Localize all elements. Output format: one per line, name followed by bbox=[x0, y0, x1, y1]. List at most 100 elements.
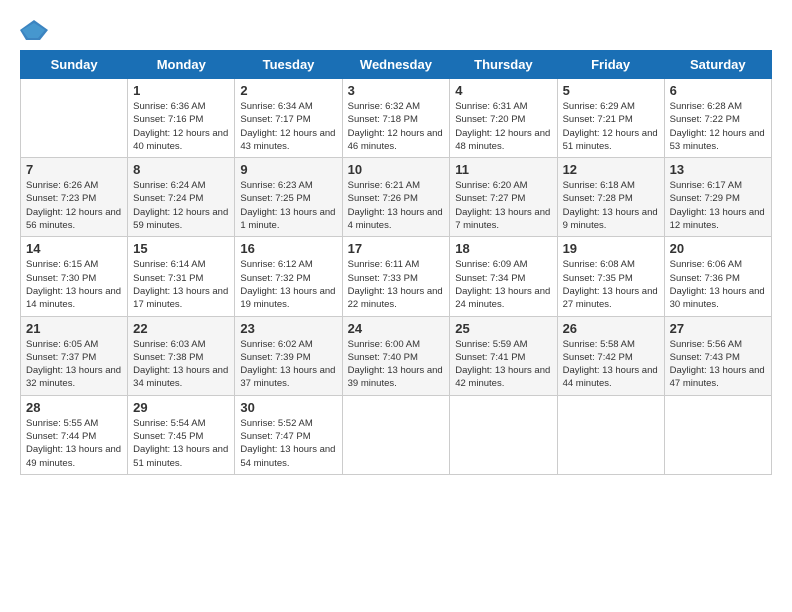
calendar-cell: 6 Sunrise: 6:28 AM Sunset: 7:22 PM Daylig… bbox=[664, 79, 771, 158]
logo bbox=[20, 20, 52, 40]
week-row-4: 28 Sunrise: 5:55 AM Sunset: 7:44 PM Dayli… bbox=[21, 395, 772, 474]
calendar-cell: 25 Sunrise: 5:59 AM Sunset: 7:41 PM Dayli… bbox=[450, 316, 557, 395]
day-number: 13 bbox=[670, 162, 766, 177]
week-row-2: 14Sunrise: 6:15 AM Sunset: 7:30 PM Dayli… bbox=[21, 237, 772, 316]
day-number: 19 bbox=[563, 241, 659, 256]
calendar-cell: 27 Sunrise: 5:56 AM Sunset: 7:43 PM Dayli… bbox=[664, 316, 771, 395]
week-row-1: 7Sunrise: 6:26 AM Sunset: 7:23 PM Daylig… bbox=[21, 158, 772, 237]
day-number: 25 bbox=[455, 321, 551, 336]
day-info: Sunrise: 5:52 AM Sunset: 7:47 PM Dayligh… bbox=[240, 417, 336, 470]
header-monday: Monday bbox=[128, 51, 235, 79]
day-number: 29 bbox=[133, 400, 229, 415]
calendar-cell: 4 Sunrise: 6:31 AM Sunset: 7:20 PM Daylig… bbox=[450, 79, 557, 158]
day-info: Sunrise: 6:32 AM Sunset: 7:18 PM Dayligh… bbox=[348, 100, 445, 153]
day-number: 17 bbox=[348, 241, 445, 256]
calendar-body: 1 Sunrise: 6:36 AM Sunset: 7:16 PM Daylig… bbox=[21, 79, 772, 475]
header-friday: Friday bbox=[557, 51, 664, 79]
day-info: Sunrise: 5:56 AM Sunset: 7:43 PM Dayligh… bbox=[670, 338, 766, 391]
day-info: Sunrise: 6:12 AM Sunset: 7:32 PM Dayligh… bbox=[240, 258, 336, 311]
day-info: Sunrise: 6:20 AM Sunset: 7:27 PM Dayligh… bbox=[455, 179, 551, 232]
day-info: Sunrise: 6:31 AM Sunset: 7:20 PM Dayligh… bbox=[455, 100, 551, 153]
calendar-cell: 29 Sunrise: 5:54 AM Sunset: 7:45 PM Dayli… bbox=[128, 395, 235, 474]
day-info: Sunrise: 5:55 AM Sunset: 7:44 PM Dayligh… bbox=[26, 417, 122, 470]
header-tuesday: Tuesday bbox=[235, 51, 342, 79]
calendar-table: SundayMondayTuesdayWednesdayThursdayFrid… bbox=[20, 50, 772, 475]
day-number: 18 bbox=[455, 241, 551, 256]
day-info: Sunrise: 6:24 AM Sunset: 7:24 PM Dayligh… bbox=[133, 179, 229, 232]
day-number: 14 bbox=[26, 241, 122, 256]
day-number: 7 bbox=[26, 162, 122, 177]
day-number: 23 bbox=[240, 321, 336, 336]
day-info: Sunrise: 6:23 AM Sunset: 7:25 PM Dayligh… bbox=[240, 179, 336, 232]
logo-icon bbox=[20, 20, 48, 40]
calendar-header: SundayMondayTuesdayWednesdayThursdayFrid… bbox=[21, 51, 772, 79]
day-info: Sunrise: 5:54 AM Sunset: 7:45 PM Dayligh… bbox=[133, 417, 229, 470]
day-number: 24 bbox=[348, 321, 445, 336]
day-info: Sunrise: 6:09 AM Sunset: 7:34 PM Dayligh… bbox=[455, 258, 551, 311]
calendar-cell bbox=[557, 395, 664, 474]
day-number: 12 bbox=[563, 162, 659, 177]
calendar-cell: 7Sunrise: 6:26 AM Sunset: 7:23 PM Daylig… bbox=[21, 158, 128, 237]
week-row-3: 21Sunrise: 6:05 AM Sunset: 7:37 PM Dayli… bbox=[21, 316, 772, 395]
page-header bbox=[20, 20, 772, 40]
header-saturday: Saturday bbox=[664, 51, 771, 79]
calendar-cell: 5 Sunrise: 6:29 AM Sunset: 7:21 PM Daylig… bbox=[557, 79, 664, 158]
calendar-cell: 23Sunrise: 6:02 AM Sunset: 7:39 PM Dayli… bbox=[235, 316, 342, 395]
calendar-cell: 13 Sunrise: 6:17 AM Sunset: 7:29 PM Dayli… bbox=[664, 158, 771, 237]
calendar-cell bbox=[21, 79, 128, 158]
calendar-cell: 8Sunrise: 6:24 AM Sunset: 7:24 PM Daylig… bbox=[128, 158, 235, 237]
day-number: 4 bbox=[455, 83, 551, 98]
day-info: Sunrise: 5:59 AM Sunset: 7:41 PM Dayligh… bbox=[455, 338, 551, 391]
day-number: 11 bbox=[455, 162, 551, 177]
calendar-cell: 14Sunrise: 6:15 AM Sunset: 7:30 PM Dayli… bbox=[21, 237, 128, 316]
day-info: Sunrise: 6:14 AM Sunset: 7:31 PM Dayligh… bbox=[133, 258, 229, 311]
day-info: Sunrise: 6:08 AM Sunset: 7:35 PM Dayligh… bbox=[563, 258, 659, 311]
week-row-0: 1 Sunrise: 6:36 AM Sunset: 7:16 PM Daylig… bbox=[21, 79, 772, 158]
day-number: 22 bbox=[133, 321, 229, 336]
calendar-cell: 16 Sunrise: 6:12 AM Sunset: 7:32 PM Dayli… bbox=[235, 237, 342, 316]
day-info: Sunrise: 6:36 AM Sunset: 7:16 PM Dayligh… bbox=[133, 100, 229, 153]
calendar-cell: 22 Sunrise: 6:03 AM Sunset: 7:38 PM Dayli… bbox=[128, 316, 235, 395]
calendar-cell: 10 Sunrise: 6:21 AM Sunset: 7:26 PM Dayli… bbox=[342, 158, 450, 237]
calendar-cell: 17 Sunrise: 6:11 AM Sunset: 7:33 PM Dayli… bbox=[342, 237, 450, 316]
day-info: Sunrise: 6:21 AM Sunset: 7:26 PM Dayligh… bbox=[348, 179, 445, 232]
day-number: 28 bbox=[26, 400, 122, 415]
day-number: 6 bbox=[670, 83, 766, 98]
day-info: Sunrise: 6:00 AM Sunset: 7:40 PM Dayligh… bbox=[348, 338, 445, 391]
day-info: Sunrise: 6:34 AM Sunset: 7:17 PM Dayligh… bbox=[240, 100, 336, 153]
calendar-cell: 26 Sunrise: 5:58 AM Sunset: 7:42 PM Dayli… bbox=[557, 316, 664, 395]
header-thursday: Thursday bbox=[450, 51, 557, 79]
calendar-cell: 20Sunrise: 6:06 AM Sunset: 7:36 PM Dayli… bbox=[664, 237, 771, 316]
calendar-cell: 24 Sunrise: 6:00 AM Sunset: 7:40 PM Dayli… bbox=[342, 316, 450, 395]
day-info: Sunrise: 6:18 AM Sunset: 7:28 PM Dayligh… bbox=[563, 179, 659, 232]
calendar-cell: 1 Sunrise: 6:36 AM Sunset: 7:16 PM Daylig… bbox=[128, 79, 235, 158]
day-info: Sunrise: 6:29 AM Sunset: 7:21 PM Dayligh… bbox=[563, 100, 659, 153]
day-info: Sunrise: 6:03 AM Sunset: 7:38 PM Dayligh… bbox=[133, 338, 229, 391]
calendar-cell: 30Sunrise: 5:52 AM Sunset: 7:47 PM Dayli… bbox=[235, 395, 342, 474]
day-info: Sunrise: 6:11 AM Sunset: 7:33 PM Dayligh… bbox=[348, 258, 445, 311]
day-info: Sunrise: 6:28 AM Sunset: 7:22 PM Dayligh… bbox=[670, 100, 766, 153]
day-number: 26 bbox=[563, 321, 659, 336]
calendar-cell: 28 Sunrise: 5:55 AM Sunset: 7:44 PM Dayli… bbox=[21, 395, 128, 474]
day-number: 16 bbox=[240, 241, 336, 256]
day-number: 9 bbox=[240, 162, 336, 177]
header-wednesday: Wednesday bbox=[342, 51, 450, 79]
day-number: 10 bbox=[348, 162, 445, 177]
day-info: Sunrise: 5:58 AM Sunset: 7:42 PM Dayligh… bbox=[563, 338, 659, 391]
day-number: 20 bbox=[670, 241, 766, 256]
calendar-cell: 18 Sunrise: 6:09 AM Sunset: 7:34 PM Dayli… bbox=[450, 237, 557, 316]
calendar-cell bbox=[664, 395, 771, 474]
day-number: 2 bbox=[240, 83, 336, 98]
calendar-cell: 21Sunrise: 6:05 AM Sunset: 7:37 PM Dayli… bbox=[21, 316, 128, 395]
day-info: Sunrise: 6:17 AM Sunset: 7:29 PM Dayligh… bbox=[670, 179, 766, 232]
header-sunday: Sunday bbox=[21, 51, 128, 79]
day-number: 1 bbox=[133, 83, 229, 98]
calendar-cell bbox=[342, 395, 450, 474]
calendar-cell: 19 Sunrise: 6:08 AM Sunset: 7:35 PM Dayli… bbox=[557, 237, 664, 316]
day-number: 3 bbox=[348, 83, 445, 98]
day-number: 15 bbox=[133, 241, 229, 256]
day-number: 27 bbox=[670, 321, 766, 336]
calendar-cell: 2 Sunrise: 6:34 AM Sunset: 7:17 PM Daylig… bbox=[235, 79, 342, 158]
calendar-cell: 3 Sunrise: 6:32 AM Sunset: 7:18 PM Daylig… bbox=[342, 79, 450, 158]
day-number: 5 bbox=[563, 83, 659, 98]
